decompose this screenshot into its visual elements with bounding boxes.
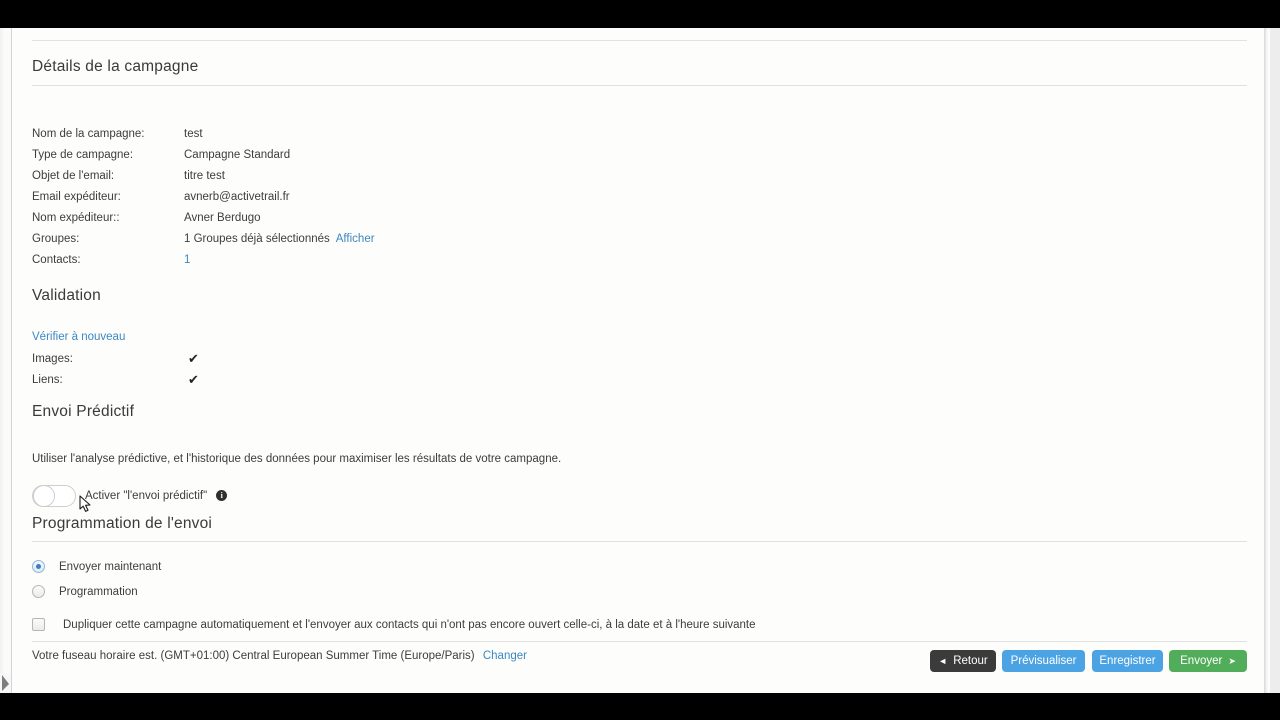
detail-row-sender-email: Email expéditeur: avnerb@activetrail.fr xyxy=(32,191,375,212)
duplicate-campaign-row[interactable]: Dupliquer cette campagne automatiquement… xyxy=(32,618,756,631)
campaign-details-list: Nom de la campagne: test Type de campagn… xyxy=(32,128,375,275)
detail-label: Email expéditeur: xyxy=(32,191,121,203)
predictive-heading: Envoi Prédictif xyxy=(32,403,135,420)
detail-label: Type de campagne: xyxy=(32,149,134,161)
detail-row-contacts: Contacts: 1 xyxy=(32,254,375,275)
screen: Détails de la campagne Nom de la campagn… xyxy=(0,0,1280,720)
validation-row-links: Liens: ✔ xyxy=(32,373,292,386)
divider-top xyxy=(32,40,1247,41)
radio-option-schedule[interactable]: Programmation xyxy=(32,585,138,598)
campaign-summary-page: Détails de la campagne Nom de la campagn… xyxy=(0,28,1280,693)
letterbox-top xyxy=(0,0,1280,28)
back-arrow-icon: ◄ xyxy=(938,655,948,666)
send-button[interactable]: Envoyer ➤ xyxy=(1169,650,1247,672)
page-left-gutter xyxy=(0,28,12,693)
detail-label: Nom de la campagne: xyxy=(32,128,145,140)
save-button[interactable]: Enregistrer xyxy=(1092,650,1163,672)
send-button-label: Envoyer xyxy=(1180,655,1223,667)
detail-row-sender-name: Nom expéditeur:: Avner Berdugo xyxy=(32,212,375,233)
radio-label: Envoyer maintenant xyxy=(59,560,162,573)
preview-button-label: Prévisualiser xyxy=(1010,655,1077,667)
validation-row-images: Images: ✔ xyxy=(32,352,292,365)
predictive-toggle-label: Activer "l'envoi prédictif" xyxy=(85,490,208,502)
radio-label: Programmation xyxy=(59,585,138,598)
radio-option-send-now[interactable]: Envoyer maintenant xyxy=(32,560,161,573)
predictive-send-toggle[interactable] xyxy=(32,485,76,507)
vertical-scrollbar-thumb[interactable] xyxy=(0,673,11,693)
duplicate-campaign-checkbox[interactable] xyxy=(32,618,45,631)
back-button[interactable]: ◄ Retour xyxy=(930,650,996,672)
detail-value: Campagne Standard xyxy=(184,149,291,161)
validation-label: Liens: xyxy=(32,373,63,386)
detail-value: titre test xyxy=(184,170,225,182)
divider-under-title xyxy=(32,85,1247,86)
detail-label: Contacts: xyxy=(32,254,81,266)
detail-row-email-subject: Objet de l'email: titre test xyxy=(32,170,375,191)
validation-heading: Validation xyxy=(32,287,101,304)
validation-label: Images: xyxy=(32,352,73,365)
page-right-frame xyxy=(1270,28,1280,693)
reverify-link[interactable]: Vérifier à nouveau xyxy=(32,331,125,343)
divider-under-schedule-heading xyxy=(32,541,1247,542)
detail-value: test xyxy=(184,128,203,140)
letterbox-bottom xyxy=(0,693,1280,720)
left-gutter-shade xyxy=(0,28,4,693)
contacts-count-link[interactable]: 1 xyxy=(184,254,190,266)
save-button-label: Enregistrer xyxy=(1099,655,1156,667)
duplicate-campaign-label: Dupliquer cette campagne automatiquement… xyxy=(63,618,756,631)
detail-label: Nom expéditeur:: xyxy=(32,212,120,224)
detail-value: Avner Berdugo xyxy=(184,212,261,224)
radio-send-now[interactable] xyxy=(32,560,45,573)
divider-above-actions xyxy=(32,641,1247,642)
predictive-description: Utiliser l'analyse prédictive, et l'hist… xyxy=(32,453,562,465)
info-icon[interactable]: i xyxy=(216,489,228,501)
toggle-knob xyxy=(33,485,55,507)
send-arrow-icon: ➤ xyxy=(1228,655,1236,666)
detail-row-campaign-name: Nom de la campagne: test xyxy=(32,128,375,149)
check-icon: ✔ xyxy=(188,372,199,387)
preview-button[interactable]: Prévisualiser xyxy=(1002,650,1085,672)
detail-row-groups: Groupes: 1 Groupes déjà sélectionnés Aff… xyxy=(32,233,375,254)
detail-row-campaign-type: Type de campagne: Campagne Standard xyxy=(32,149,375,170)
detail-value: 1 Groupes déjà sélectionnés xyxy=(184,233,330,245)
groups-show-link[interactable]: Afficher xyxy=(336,233,375,245)
check-icon: ✔ xyxy=(188,351,199,366)
detail-label: Objet de l'email: xyxy=(32,170,115,182)
back-button-label: Retour xyxy=(953,655,988,667)
page-title: Détails de la campagne xyxy=(32,58,199,75)
schedule-heading: Programmation de l'envoi xyxy=(32,515,213,532)
detail-value: avnerb@activetrail.fr xyxy=(184,191,290,203)
detail-label: Groupes: xyxy=(32,233,80,245)
content-area: Détails de la campagne Nom de la campagn… xyxy=(32,28,1247,693)
action-button-bar: ◄ Retour Prévisualiser Enregistrer Envoy… xyxy=(32,650,1247,680)
radio-schedule[interactable] xyxy=(32,585,45,598)
predictive-toggle-row: Activer "l'envoi prédictif" i xyxy=(32,484,228,508)
